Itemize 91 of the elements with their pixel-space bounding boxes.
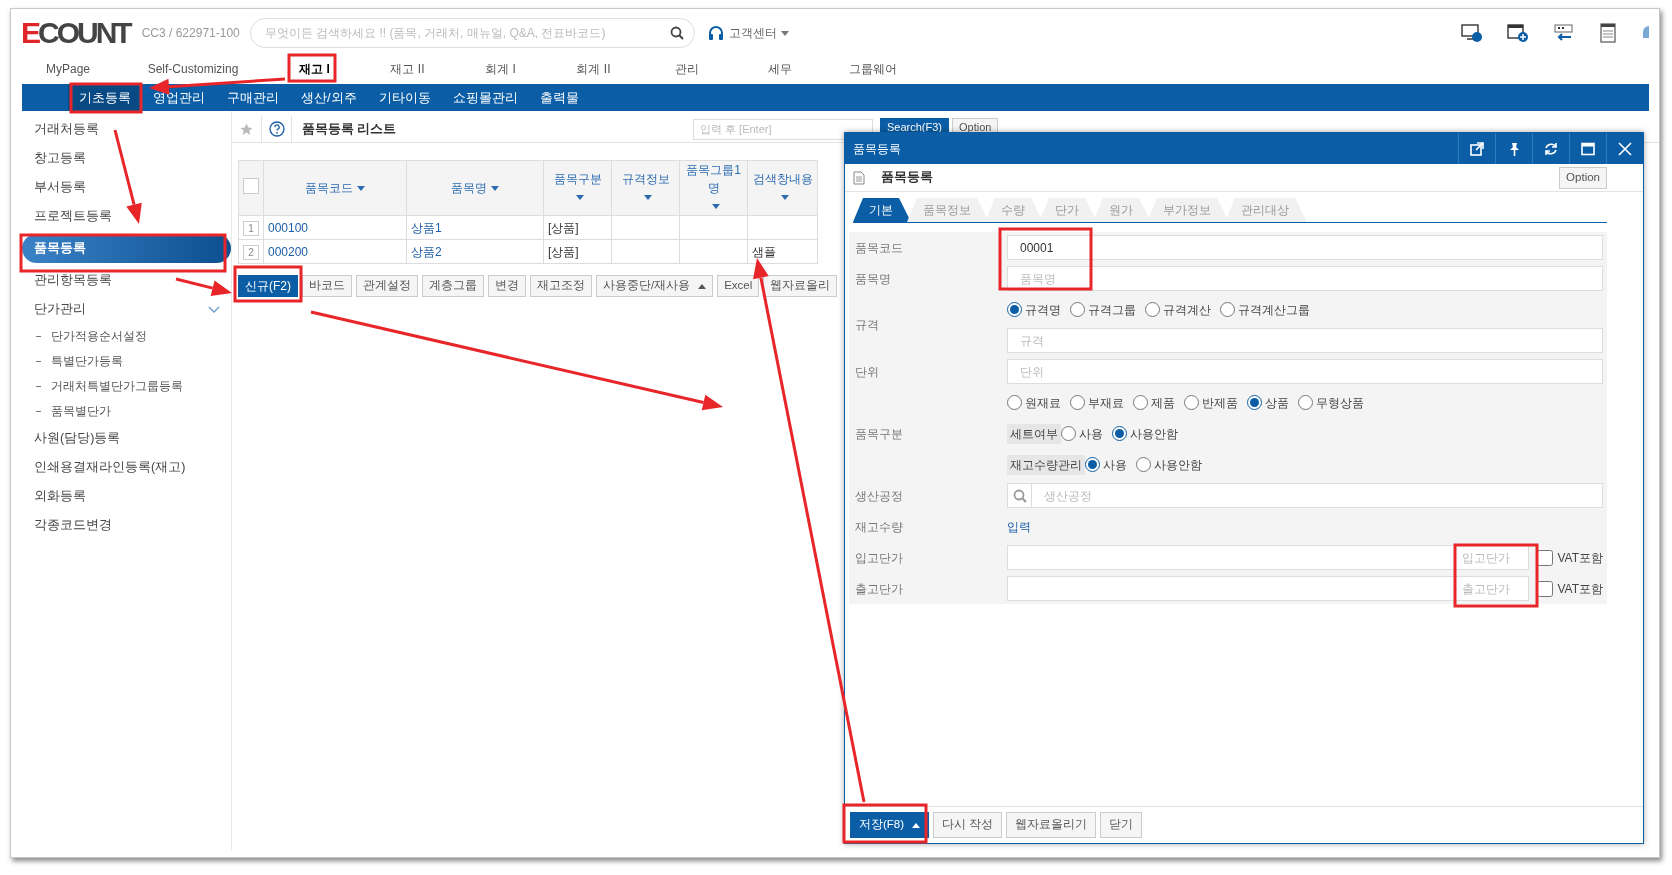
radio-label: 사용안함: [1130, 425, 1178, 443]
toolbar-button[interactable]: 재고조정: [530, 275, 592, 297]
option-button[interactable]: Option: [1559, 166, 1607, 189]
field-label: 품목구분: [855, 426, 903, 441]
footer-button[interactable]: 다시 작성: [933, 812, 1003, 838]
sidebar-item[interactable]: 각종코드변경: [34, 511, 112, 540]
field-label: 생산공정: [855, 488, 903, 503]
list-title: 품목등록 리스트: [302, 120, 398, 138]
field-label: 단위: [855, 364, 879, 379]
radio-label: 사용: [1103, 456, 1127, 474]
toolbar-button[interactable]: 신규(F2): [238, 275, 298, 297]
menu-tab[interactable]: 세무: [733, 57, 826, 81]
sidebar-item[interactable]: 단가관리: [34, 295, 86, 324]
column-header[interactable]: 품목코드: [305, 181, 353, 195]
radio-label: 규격명: [1025, 301, 1061, 319]
row-number: 1: [243, 220, 259, 236]
footer-button[interactable]: 닫기: [1100, 812, 1143, 838]
toolbar-button[interactable]: 관계설정: [356, 275, 418, 297]
field-label: 입고단가: [855, 550, 903, 565]
column-header[interactable]: 규격정보: [621, 172, 670, 186]
radio-label: 부재료: [1088, 394, 1124, 412]
toolbar-button[interactable]: 사용중단/재사용: [596, 275, 714, 297]
submenu-tab[interactable]: 구매관리: [216, 84, 290, 111]
sidebar-item[interactable]: 인쇄용결재라인등록(재고): [34, 453, 186, 482]
sidebar-item[interactable]: 사원(담당)등록: [34, 424, 121, 453]
submenu-tab[interactable]: 생산/외주: [290, 84, 368, 111]
toolbar-button[interactable]: 바코드: [302, 275, 352, 297]
toolbar-button[interactable]: 변경: [488, 275, 526, 297]
table-link[interactable]: 000100: [263, 215, 407, 240]
field-label: 규격: [855, 318, 879, 332]
table-link[interactable]: 상품1: [406, 215, 544, 240]
menu-tab[interactable]: 그룹웨어: [826, 57, 919, 81]
column-header[interactable]: 품목명: [451, 181, 487, 195]
menu-tab[interactable]: 재고 I: [268, 57, 361, 81]
sidebar-subitem[interactable]: 단가적용순서설정: [51, 324, 147, 349]
radio-label: 제품: [1151, 394, 1175, 412]
checkbox-label: VAT포함: [1557, 580, 1603, 598]
table-cell: [상품]: [543, 215, 612, 240]
field-label: 출고단가: [855, 581, 903, 596]
menu-tab[interactable]: 회계 I: [454, 57, 547, 81]
group-label: 재고수량관리: [1007, 454, 1085, 475]
field-label: 품목코드: [855, 240, 903, 255]
dialog-heading: 품목등록: [881, 169, 933, 187]
radio-label: 규격계산: [1163, 301, 1211, 319]
group-label: 세트여부: [1007, 423, 1061, 444]
radio-label: 사용: [1079, 425, 1103, 443]
input-link[interactable]: 입력: [1007, 517, 1031, 536]
field-label: 품목명: [855, 271, 891, 286]
table-link[interactable]: 상품2: [406, 239, 544, 264]
sidebar-subitem[interactable]: 특별단가등록: [51, 349, 123, 374]
radio-label: 반제품: [1202, 394, 1238, 412]
sidebar-item[interactable]: 부서등록: [34, 173, 86, 202]
support-link[interactable]: 고객센터: [728, 24, 777, 42]
row-number: 2: [243, 244, 259, 260]
submenu-tab[interactable]: 쇼핑몰관리: [441, 84, 529, 111]
menu-tab[interactable]: 재고 II: [361, 57, 454, 81]
column-header[interactable]: 품목구분: [553, 172, 602, 186]
toolbar-button[interactable]: 계층그룹: [422, 275, 484, 297]
radio-label: 사용안함: [1154, 456, 1202, 474]
table-link[interactable]: 000200: [263, 239, 407, 264]
footer-button[interactable]: 웹자료올리기: [1006, 812, 1097, 838]
field-label: 재고수량: [855, 519, 903, 534]
menu-tab[interactable]: 관리: [640, 57, 733, 81]
footer-button[interactable]: 저장(F8): [850, 812, 930, 838]
toolbar-button[interactable]: Excel: [717, 275, 760, 297]
sidebar-item[interactable]: 외화등록: [34, 482, 86, 511]
radio-label: 상품: [1265, 394, 1289, 412]
sidebar-item[interactable]: 관리항목등록: [34, 266, 112, 295]
dialog-title: 품목등록: [853, 140, 901, 158]
tab[interactable]: 기본: [853, 198, 911, 222]
sidebar-item[interactable]: 창고등록: [34, 144, 86, 173]
submenu-tab[interactable]: 기타이동: [367, 84, 442, 111]
sidebar-item[interactable]: 프로젝트등록: [34, 202, 112, 231]
search-field[interactable]: 입력 후 [Enter]: [693, 118, 873, 140]
radio-label: 규격그룹: [1088, 301, 1136, 319]
sidebar-subitem[interactable]: 거래처특별단가그룹등록: [51, 374, 183, 399]
radio-label: 규격계산그룹: [1238, 301, 1310, 319]
toolbar-button[interactable]: 웹자료올리: [763, 275, 838, 297]
submenu-tab[interactable]: 영업관리: [142, 84, 216, 111]
account-label: CC3 / 622971-100: [141, 25, 240, 42]
sidebar-subitem[interactable]: 품목별단가: [51, 399, 111, 424]
radio-label: 무형상품: [1316, 394, 1364, 412]
menu-tab[interactable]: 회계 II: [547, 57, 640, 81]
table-cell: [상품]: [543, 239, 612, 264]
menu-tab[interactable]: Self-Customizing: [118, 57, 268, 81]
submenu-tab[interactable]: 출력물: [528, 84, 590, 111]
menu-tab[interactable]: MyPage: [18, 57, 118, 81]
radio-label: 원재료: [1025, 394, 1061, 412]
checkbox-label: VAT포함: [1557, 549, 1603, 567]
logo: ECOUNT: [21, 18, 130, 48]
sidebar-item[interactable]: 거래처등록: [34, 115, 99, 144]
